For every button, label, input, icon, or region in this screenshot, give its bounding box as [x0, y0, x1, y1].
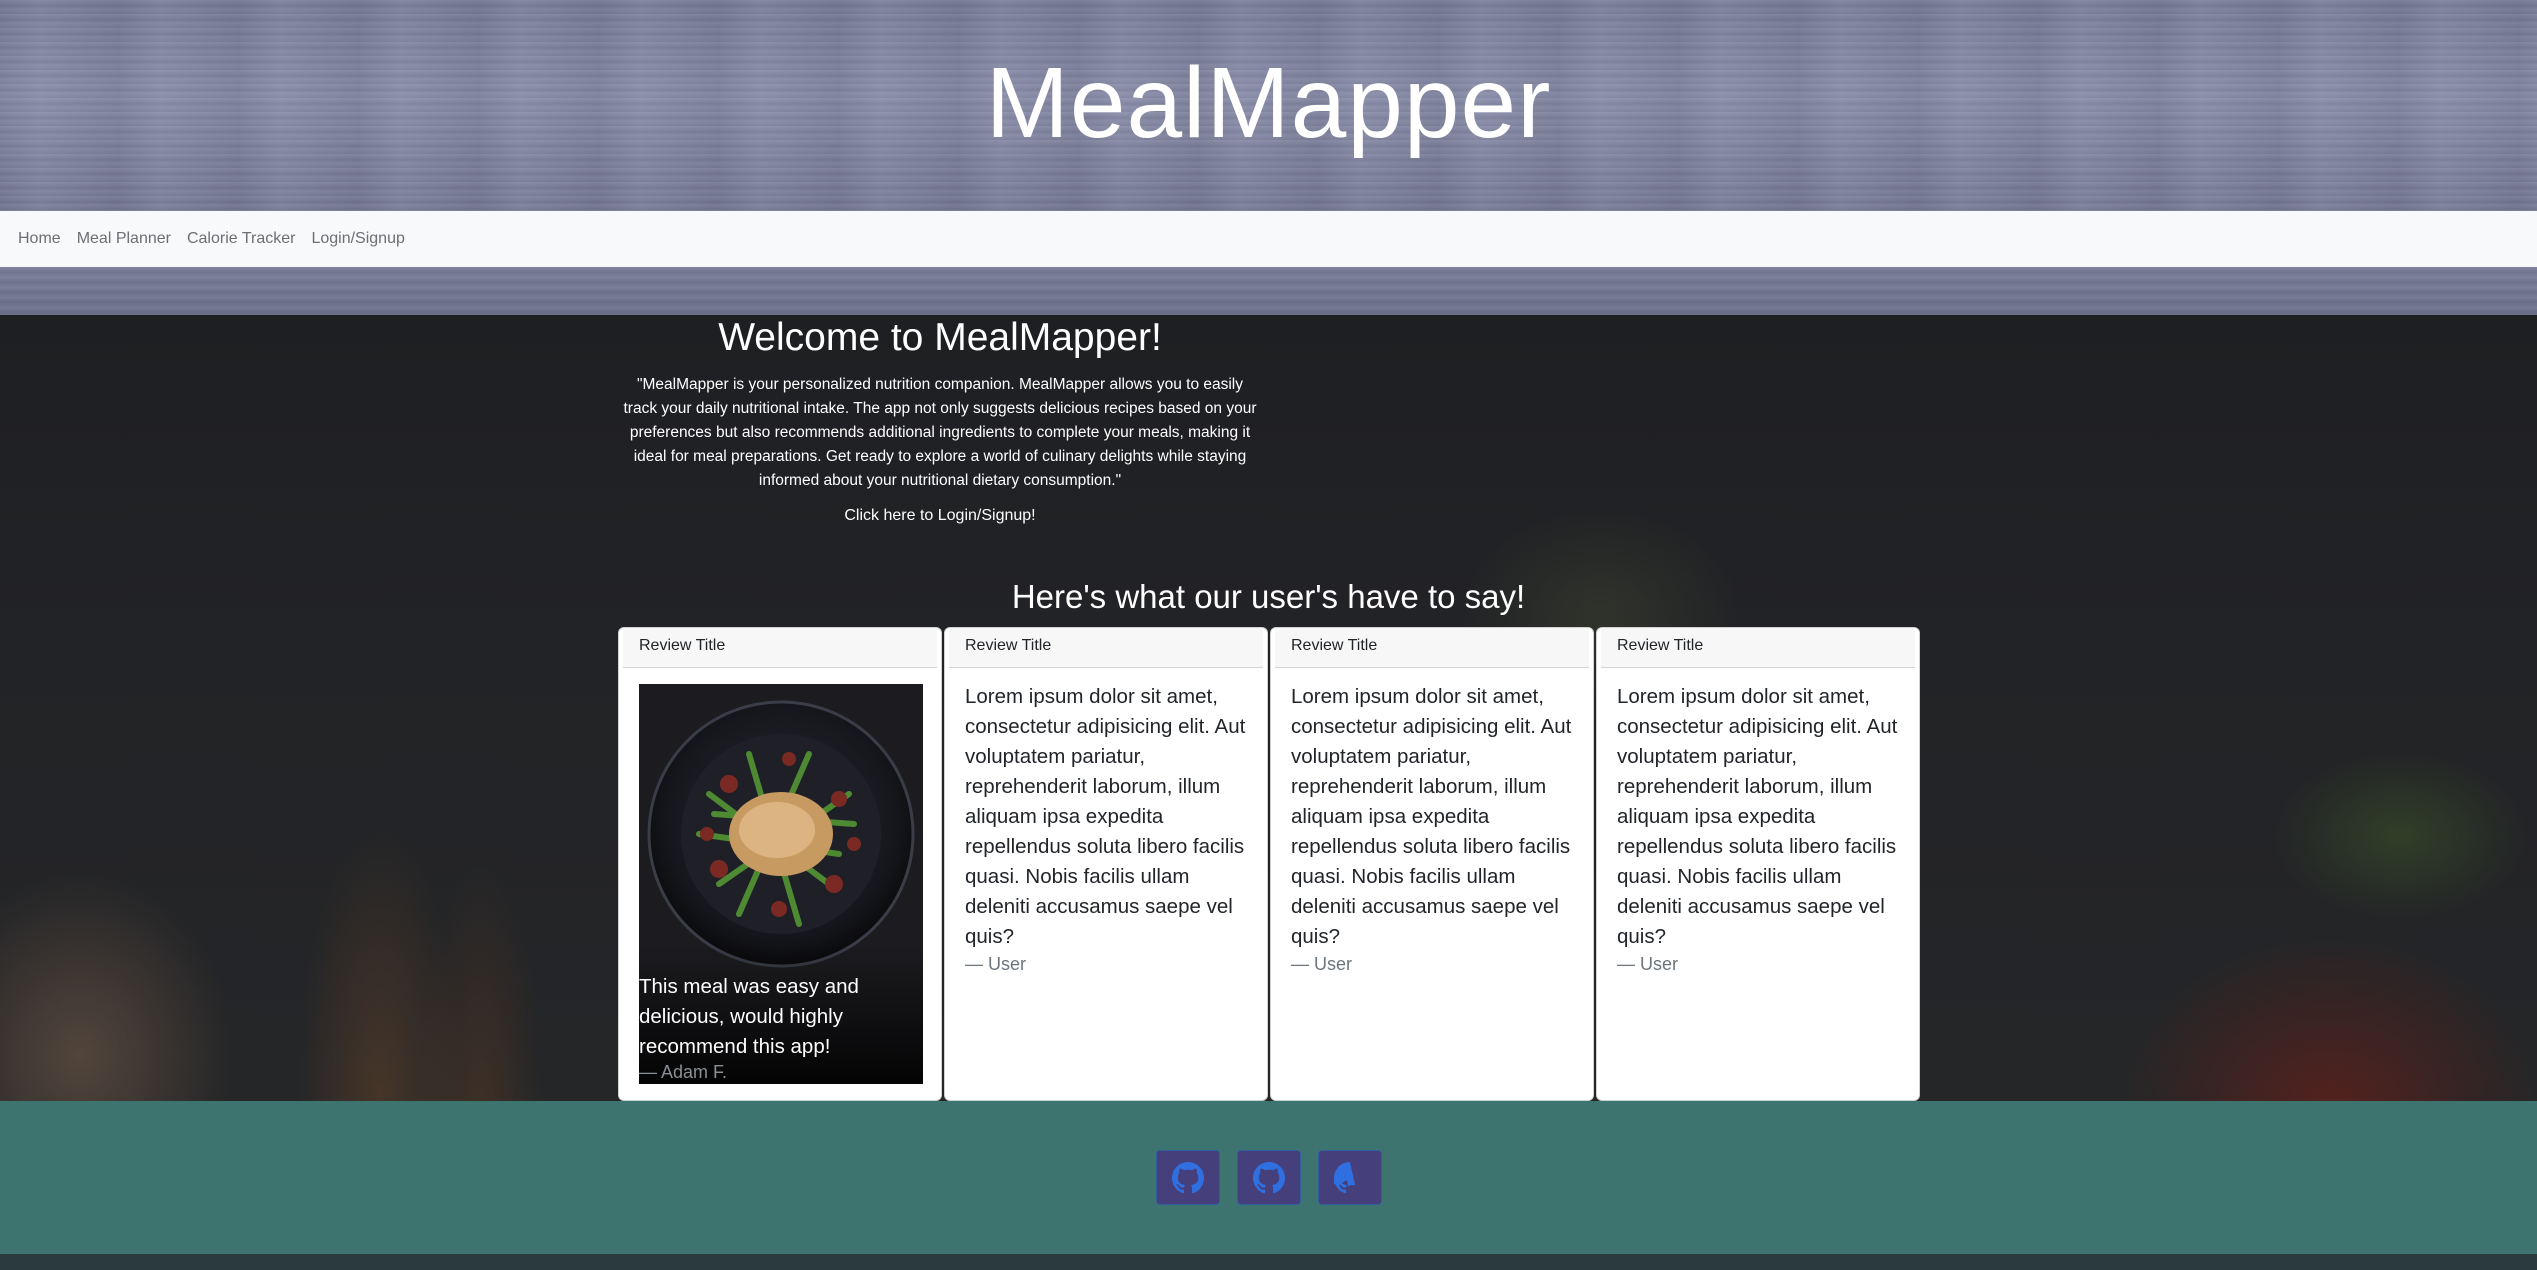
review-text: Lorem ipsum dolor sit amet, consectetur …	[1617, 685, 1898, 948]
review-cards: Review Title This meal was easy and deli…	[618, 627, 1922, 1101]
review-photo: This meal was easy and delicious, would …	[639, 684, 923, 1084]
review-card: Review Title This meal was easy and deli…	[618, 627, 942, 1101]
github-icon	[1253, 1161, 1285, 1193]
review-title: Review Title	[1275, 628, 1589, 668]
footer-bottom-bar	[0, 1254, 2537, 1270]
nav-meal-planner[interactable]: Meal Planner	[77, 230, 171, 248]
github-link-button-2[interactable]	[1237, 1150, 1301, 1205]
review-author: — User	[965, 954, 1027, 974]
review-text: Lorem ipsum dolor sit amet, consectetur …	[965, 685, 1246, 948]
reviews-heading: Here's what our user's have to say!	[1011, 578, 1526, 615]
github-link-button-1[interactable]	[1156, 1150, 1220, 1205]
github-link-button-3[interactable]	[1318, 1150, 1382, 1205]
nav-home[interactable]: Home	[18, 230, 61, 248]
review-card: Review Title Lorem ipsum dolor sit amet,…	[944, 627, 1268, 1101]
review-text: Lorem ipsum dolor sit amet, consectetur …	[1291, 685, 1572, 948]
welcome-title: Welcome to MealMapper!	[718, 316, 1162, 359]
site-title: MealMapper	[985, 47, 1552, 159]
review-author: — User	[1291, 954, 1353, 974]
nav-calorie-tracker[interactable]: Calorie Tracker	[187, 230, 295, 248]
github-icon	[1334, 1161, 1356, 1193]
review-title: Review Title	[623, 628, 937, 668]
review-author: — User	[1617, 954, 1679, 974]
header-banner: MealMapper	[0, 0, 2537, 211]
main-nav: Home Meal Planner Calorie Tracker Login/…	[0, 211, 2537, 267]
welcome-description: "MealMapper is your personalized nutriti…	[623, 376, 1257, 489]
github-icon	[1172, 1161, 1204, 1193]
review-title: Review Title	[1601, 628, 1915, 668]
review-card: Review Title Lorem ipsum dolor sit amet,…	[1596, 627, 1920, 1101]
review-author: — Adam F.	[639, 1062, 728, 1082]
review-card: Review Title Lorem ipsum dolor sit amet,…	[1270, 627, 1594, 1101]
login-signup-link[interactable]: Click here to Login/Signup!	[610, 507, 1270, 525]
review-text: This meal was easy and delicious, would …	[639, 975, 859, 1058]
review-title: Review Title	[949, 628, 1263, 668]
wood-strip	[0, 267, 2537, 315]
nav-login-signup[interactable]: Login/Signup	[311, 230, 404, 248]
